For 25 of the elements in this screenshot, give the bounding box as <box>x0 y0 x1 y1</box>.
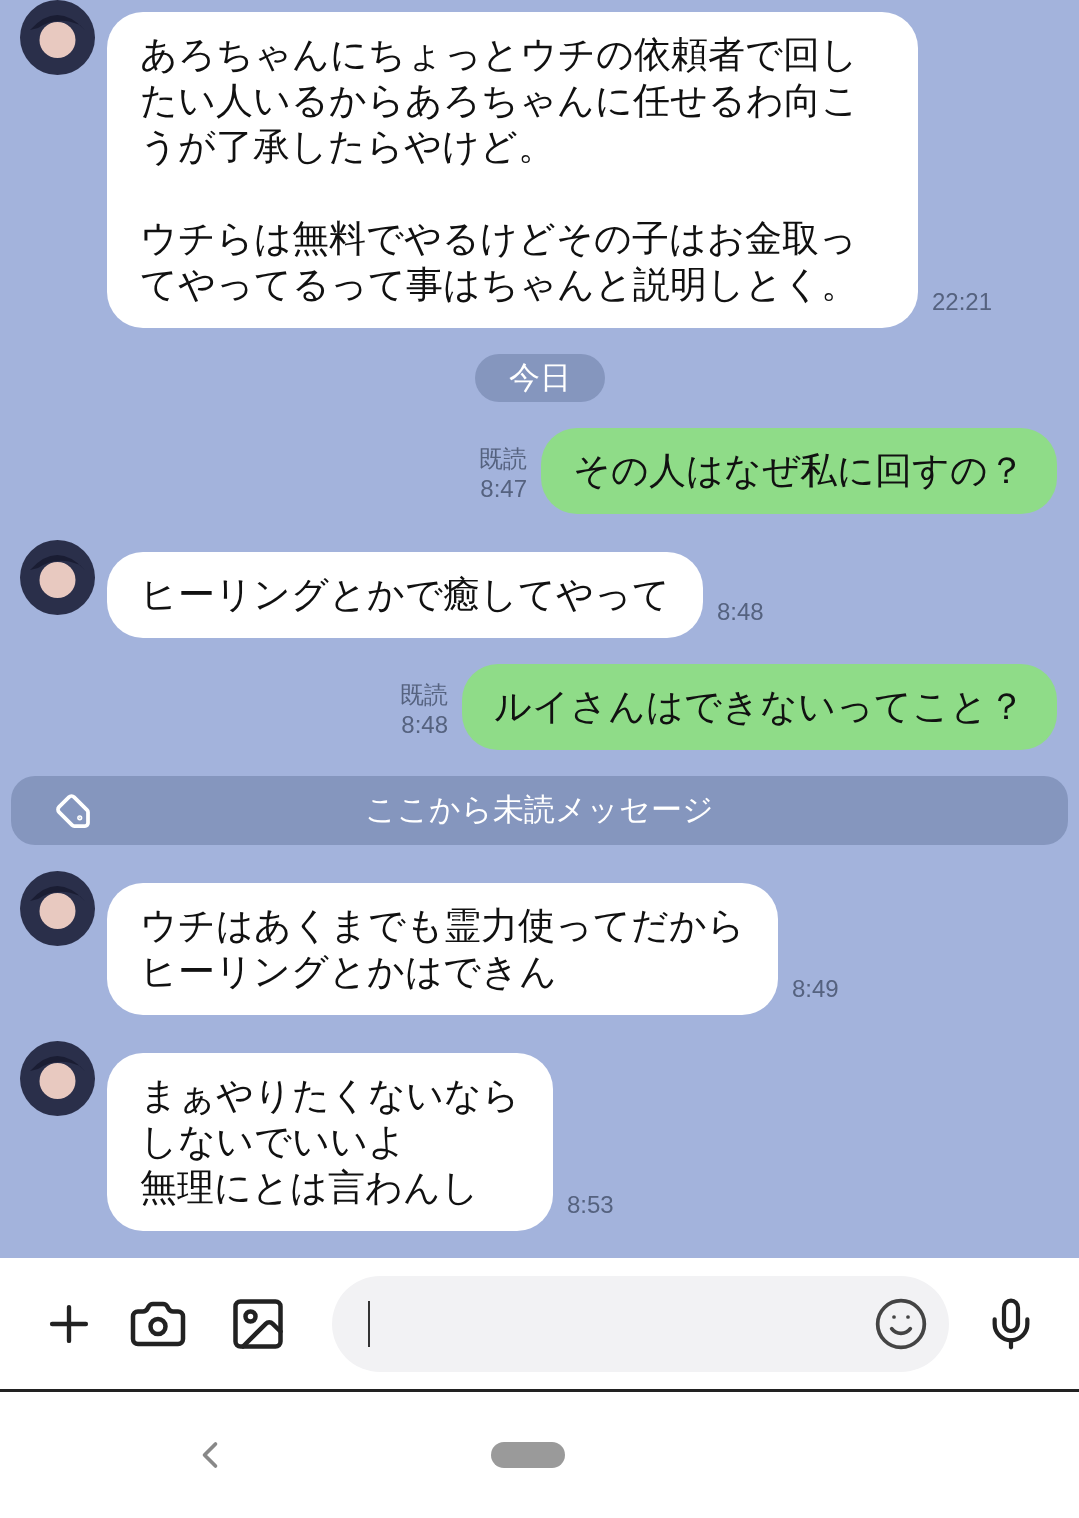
message-text: まぁやりたくないなら <box>140 1074 520 1118</box>
message-time: 8:47 <box>480 474 527 504</box>
message-text: ルイさんはできないってこと？ <box>494 685 1025 729</box>
message-text: ヒーリングとかはできん <box>140 950 558 994</box>
message-text: ヒーリングとかで癒してやって <box>140 573 670 617</box>
avatar-icon <box>20 871 95 946</box>
home-handle[interactable] <box>491 1442 565 1468</box>
avatar-icon <box>20 0 95 75</box>
avatar-icon <box>20 540 95 615</box>
message-time: 8:53 <box>567 1190 614 1220</box>
read-receipt: 既読 <box>479 444 527 474</box>
message-text: ウチらは無料でやるけどその子はお金取ってやってるって事はちゃんと説明しとく。 <box>140 217 859 307</box>
message-time: 8:48 <box>717 597 764 627</box>
message-time: 22:21 <box>932 287 993 317</box>
message-text: あろちゃんにちょっとウチの依頼者で回したい人いるからあろちゃんに任せるわ向こうが了承したらやけど。 <box>140 33 860 169</box>
message-time: 8:48 <box>401 710 448 740</box>
message-time: 8:49 <box>792 974 839 1004</box>
read-receipt: 既読 <box>400 680 448 710</box>
message-text: その人はなぜ私に回すの？ <box>573 449 1025 493</box>
unread-label: ここから未読メッセージ <box>365 791 714 830</box>
date-pill: 今日 <box>474 354 605 402</box>
message-text: ウチはあくまでも霊力使ってだから <box>140 904 745 948</box>
avatar-icon <box>20 1041 95 1116</box>
message-text: しないでいいよ <box>140 1120 407 1164</box>
message-text: 無理にとは言わんし <box>140 1166 480 1210</box>
